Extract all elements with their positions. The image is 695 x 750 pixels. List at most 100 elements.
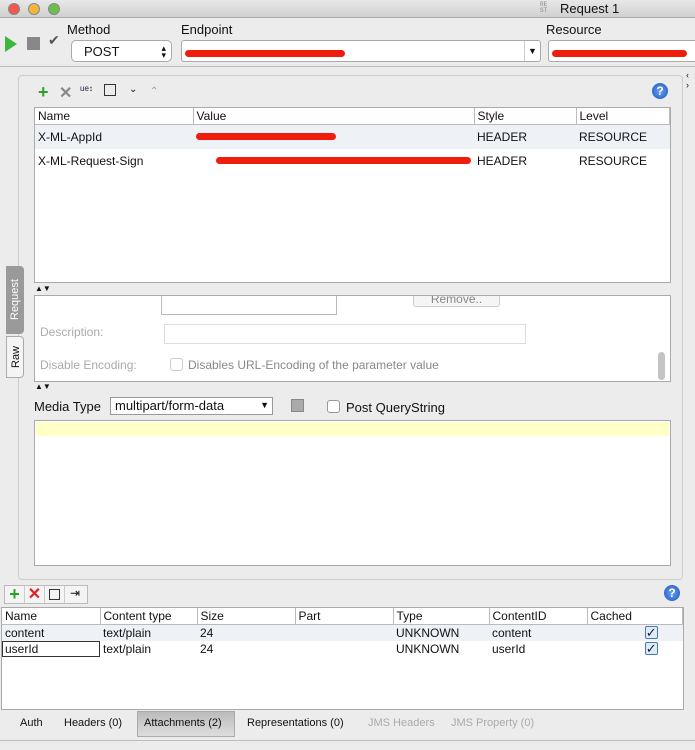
- divider: [0, 740, 695, 741]
- redacted-endpoint: [185, 50, 345, 57]
- attachment-type: UNKNOWN: [396, 641, 460, 656]
- col-name[interactable]: Name: [35, 108, 194, 125]
- minimize-window-button[interactable]: [28, 3, 40, 15]
- validate-icon[interactable]: ✔: [48, 32, 60, 49]
- attachment-size: 24: [200, 641, 214, 656]
- col-style[interactable]: Style: [474, 108, 577, 125]
- cached-checkbox[interactable]: ✓: [644, 641, 658, 655]
- param-style: HEADER: [477, 153, 528, 168]
- param-value[interactable]: [193, 149, 474, 173]
- col-cached[interactable]: Cached: [587, 608, 683, 625]
- col-content-id[interactable]: ContentID: [489, 608, 588, 625]
- table-row[interactable]: userId text/plain 24 UNKNOWN userId ✓: [2, 640, 683, 657]
- table-row[interactable]: X-ML-Request-Sign HEADER RESOURCE: [35, 149, 670, 173]
- close-window-button[interactable]: [8, 3, 20, 15]
- attachment-content-id: content: [492, 625, 532, 640]
- format-icon[interactable]: [291, 399, 304, 412]
- attachment-name-editing[interactable]: userId: [2, 640, 100, 657]
- post-querystring-checkbox[interactable]: [327, 400, 340, 413]
- table-row[interactable]: content text/plain 24 UNKNOWN content ✓: [2, 624, 683, 641]
- method-select[interactable]: POST ▴ ▾: [71, 40, 172, 62]
- revert-icon[interactable]: [104, 84, 116, 96]
- attachment-type: UNKNOWN: [396, 625, 460, 640]
- endpoint-dropdown-icon[interactable]: ▼: [524, 41, 540, 61]
- cached-checkbox[interactable]: ✓: [644, 625, 658, 639]
- request-body-editor[interactable]: [34, 420, 671, 566]
- post-querystring-label: Post QueryString: [346, 400, 445, 415]
- media-type-value: multipart/form-data: [115, 398, 225, 413]
- stop-icon[interactable]: [27, 37, 40, 50]
- redacted-value: [196, 133, 336, 141]
- col-level[interactable]: Level: [576, 108, 670, 125]
- current-line-highlight: [36, 422, 669, 436]
- attachment-content-type: text/plain: [103, 641, 152, 656]
- tab-attachments[interactable]: Attachments (2): [144, 717, 222, 729]
- tab-auth[interactable]: Auth: [20, 717, 43, 729]
- add-param-icon[interactable]: +: [38, 82, 49, 103]
- delete-param-icon[interactable]: ✕: [59, 83, 72, 103]
- move-down-icon[interactable]: ⌄: [129, 84, 137, 95]
- media-type-select[interactable]: multipart/form-data ▼: [110, 397, 273, 415]
- endpoint-input[interactable]: ▼: [181, 40, 541, 62]
- divider: [0, 66, 695, 67]
- move-up-icon[interactable]: ⌃: [150, 86, 158, 97]
- collapse-arrows-icon[interactable]: ‹ ›: [686, 70, 689, 90]
- remove-attachment-icon[interactable]: ✕: [25, 586, 45, 603]
- description-label: Description:: [40, 325, 104, 339]
- remove-button[interactable]: Remove..: [413, 296, 500, 307]
- col-part[interactable]: Part: [295, 608, 394, 625]
- media-type-label: Media Type: [34, 399, 101, 414]
- disable-encoding-checkbox[interactable]: [170, 358, 183, 371]
- resource-label: Resource: [546, 22, 602, 37]
- attachment-name[interactable]: content: [2, 625, 100, 641]
- encode-param-icon[interactable]: ue↕: [80, 84, 93, 93]
- param-details: Remove.. Description: Disable Encoding: …: [34, 295, 671, 382]
- method-label: Method: [67, 22, 111, 37]
- attachment-content-id: userId: [492, 641, 526, 656]
- export-attachment-icon[interactable]: ⇥: [65, 586, 85, 603]
- params-table: Name Value Style Level X-ML-AppId HEADER…: [34, 107, 671, 283]
- rest-icon: RE ST: [540, 1, 548, 14]
- param-name: X-ML-AppId: [38, 129, 103, 144]
- attachment-content-type: text/plain: [103, 625, 152, 640]
- tab-request[interactable]: Request: [6, 266, 24, 334]
- zoom-window-button[interactable]: [48, 3, 60, 15]
- attachment-part: [295, 641, 393, 657]
- attachments-table: Name Content type Size Part Type Content…: [1, 607, 684, 710]
- redacted-resource: [552, 50, 687, 57]
- help-icon[interactable]: ?: [652, 83, 668, 99]
- splitter-arrows-icon[interactable]: ▲▼: [35, 284, 51, 293]
- col-size[interactable]: Size: [197, 608, 296, 625]
- col-name[interactable]: Name: [2, 608, 101, 625]
- col-content-type[interactable]: Content type: [100, 608, 198, 625]
- disable-encoding-label: Disable Encoding:: [40, 358, 137, 372]
- run-icon[interactable]: [5, 36, 17, 52]
- tab-jms-headers[interactable]: JMS Headers: [368, 717, 435, 729]
- param-name: X-ML-Request-Sign: [38, 153, 144, 168]
- col-type[interactable]: Type: [393, 608, 490, 625]
- endpoint-label: Endpoint: [181, 22, 233, 37]
- table-row[interactable]: X-ML-AppId HEADER RESOURCE: [35, 124, 670, 149]
- reload-attachment-icon[interactable]: [45, 586, 65, 603]
- tab-headers[interactable]: Headers (0): [64, 717, 122, 729]
- options-list: [161, 296, 337, 315]
- resource-input[interactable]: [548, 40, 695, 62]
- add-attachment-icon[interactable]: +: [5, 585, 25, 603]
- col-value[interactable]: Value: [193, 108, 475, 125]
- scrollbar-thumb[interactable]: [658, 352, 665, 380]
- param-level: RESOURCE: [579, 129, 648, 144]
- splitter-arrows-icon[interactable]: ▲▼: [35, 382, 51, 391]
- description-input[interactable]: [164, 324, 526, 344]
- tab-raw[interactable]: Raw: [6, 336, 24, 378]
- param-value[interactable]: [193, 125, 474, 149]
- tab-representations[interactable]: Representations (0): [247, 717, 344, 729]
- attachment-part: [295, 625, 393, 641]
- window-title: Request 1: [560, 1, 620, 16]
- tab-jms-property[interactable]: JMS Property (0): [451, 717, 534, 729]
- disable-encoding-text: Disables URL-Encoding of the parameter v…: [188, 358, 439, 372]
- title-bar: RE ST Request 1: [0, 0, 695, 18]
- attachments-help-icon[interactable]: ?: [664, 585, 680, 601]
- method-value: POST: [84, 44, 120, 59]
- param-level: RESOURCE: [579, 153, 648, 168]
- redacted-value: [216, 157, 471, 164]
